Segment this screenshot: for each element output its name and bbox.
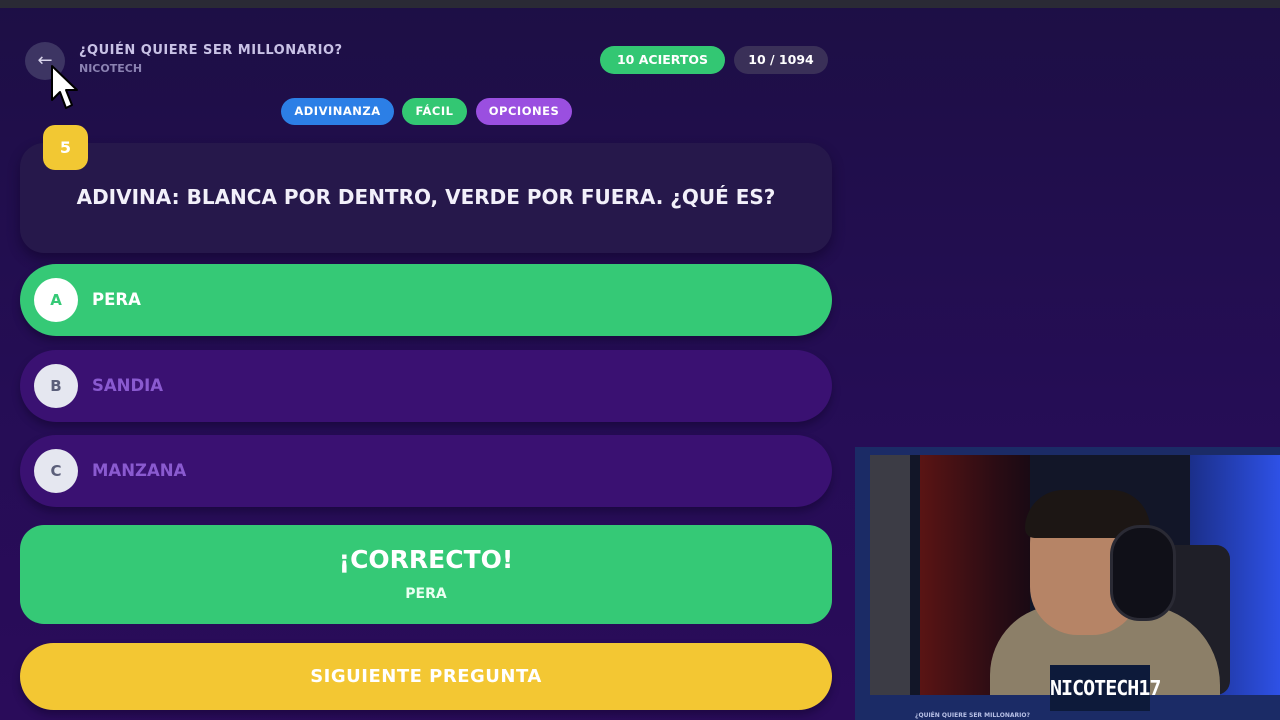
progress-badge: 10 / 1094 [734, 46, 828, 74]
option-label: SANDIA [92, 376, 164, 395]
question-number-badge: 5 [43, 125, 88, 170]
result-answer: PERA [405, 586, 447, 602]
browser-top-bar [0, 0, 1280, 8]
result-banner: ¡CORRECTO! PERA [20, 525, 832, 624]
difficulty-tag: FÁCIL [402, 98, 467, 125]
webcam-video [870, 455, 1280, 695]
option-letter-badge: A [34, 278, 78, 322]
game-title: ¿QUIÉN QUIERE SER MILLONARIO? [79, 43, 343, 58]
next-question-button[interactable]: SIGUIENTE PREGUNTA [20, 643, 832, 710]
game-author: NICOTECH [79, 62, 143, 75]
option-letter-badge: C [34, 449, 78, 493]
category-tag: ADIVINANZA [281, 98, 394, 125]
webcam-caption: ¿QUIÉN QUIERE SER MILLONARIO? [915, 712, 1030, 719]
option-letter-badge: B [34, 364, 78, 408]
mouse-cursor-icon [51, 65, 78, 109]
option-b[interactable]: B SANDIA [20, 350, 832, 422]
option-label: MANZANA [92, 461, 187, 480]
option-a[interactable]: A PERA [20, 264, 832, 336]
result-title: ¡CORRECTO! [338, 545, 514, 574]
webcam-overlay: NICOTECH17 ¿QUIÉN QUIERE SER MILLONARIO? [855, 447, 1280, 720]
option-c[interactable]: C MANZANA [20, 435, 832, 507]
streamer-name-plate: NICOTECH17 [1050, 665, 1161, 711]
option-label: PERA [92, 290, 141, 309]
question-text: ADIVINA: BLANCA POR DENTRO, VERDE POR FU… [76, 185, 776, 209]
score-badge: 10 ACIERTOS [600, 46, 725, 74]
mode-tag: OPCIONES [476, 98, 572, 125]
headset-icon [1110, 525, 1176, 621]
